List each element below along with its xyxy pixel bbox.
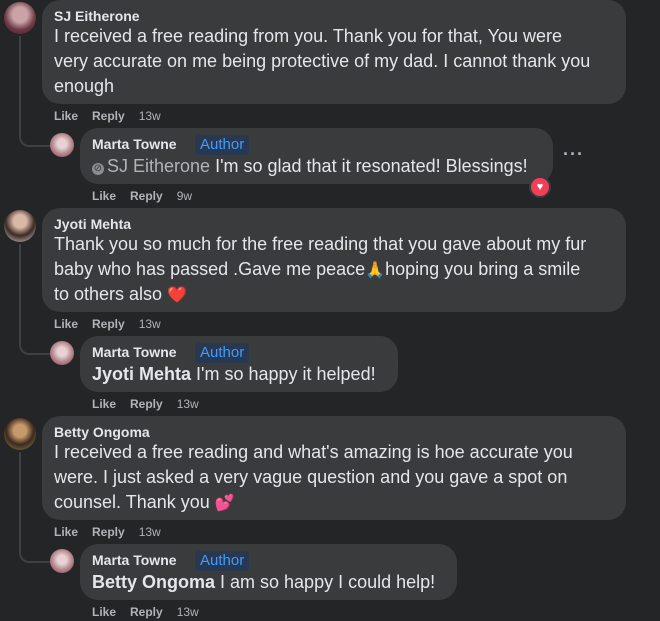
comment-text-segment: hoping you bring a smile bbox=[385, 259, 581, 279]
timestamp[interactable]: 13w bbox=[177, 397, 199, 411]
like-button[interactable]: Like bbox=[54, 109, 78, 123]
timestamp[interactable]: 9w bbox=[177, 189, 192, 203]
author-badge: Author bbox=[195, 343, 250, 363]
reply-actions: Like Reply 9w bbox=[92, 189, 206, 203]
reply-text: ⊘ SJ Eitherone I'm so glad that it resona… bbox=[92, 154, 528, 179]
comment-text-line: I received a free reading from you. Than… bbox=[54, 26, 562, 46]
reply-actions: Like Reply 13w bbox=[92, 605, 213, 619]
reply-message: I'm so glad that it resonated! Blessings… bbox=[210, 156, 528, 176]
comment-text-segment: to others also bbox=[54, 284, 163, 304]
heart-emoji-icon: ❤️ bbox=[167, 287, 187, 304]
comment-author[interactable]: SJ Eitherone bbox=[54, 8, 140, 24]
mention-link[interactable]: SJ Eitherone bbox=[107, 156, 210, 176]
comment-actions: Like Reply 13w bbox=[54, 525, 175, 539]
avatar[interactable] bbox=[4, 2, 36, 34]
comment-author[interactable]: Betty Ongoma bbox=[54, 424, 150, 440]
comment-text-line: Thank you so much for the free reading t… bbox=[54, 234, 587, 254]
timestamp[interactable]: 13w bbox=[177, 605, 199, 619]
comment-text-segment: counsel. Thank you bbox=[54, 492, 210, 512]
reply-author[interactable]: Marta Towne bbox=[92, 136, 177, 152]
author-badge: Author bbox=[195, 135, 250, 155]
reply-actions: Like Reply 13w bbox=[92, 397, 213, 411]
comment-text-line: I received a free reading and what's ama… bbox=[54, 442, 573, 462]
comment-text-line: were. I just asked a very vague question… bbox=[54, 467, 568, 487]
like-button[interactable]: Like bbox=[54, 317, 78, 331]
reply-button[interactable]: Reply bbox=[92, 317, 125, 331]
thread-connector bbox=[19, 452, 51, 563]
comment-author[interactable]: Jyoti Mehta bbox=[54, 216, 131, 232]
avatar[interactable] bbox=[4, 210, 36, 242]
avatar[interactable] bbox=[50, 549, 74, 573]
reply-text: Jyoti Mehta I'm so happy it helped! bbox=[92, 362, 376, 387]
reply-author[interactable]: Marta Towne bbox=[92, 552, 177, 568]
reply-button[interactable]: Reply bbox=[130, 605, 163, 619]
comment-text-line: very accurate on me being protective of … bbox=[54, 51, 591, 71]
reply-button[interactable]: Reply bbox=[92, 525, 125, 539]
avatar[interactable] bbox=[50, 341, 74, 365]
reply-button[interactable]: Reply bbox=[92, 109, 125, 123]
comment-text-line: counsel. Thank you 💕 bbox=[54, 490, 235, 516]
comment-actions: Like Reply 13w bbox=[54, 317, 175, 331]
like-button[interactable]: Like bbox=[92, 605, 116, 619]
heart-reaction-icon[interactable]: ♥ bbox=[529, 176, 551, 198]
reply-button[interactable]: Reply bbox=[130, 397, 163, 411]
thread-connector bbox=[19, 244, 51, 355]
reply-button[interactable]: Reply bbox=[130, 189, 163, 203]
like-button[interactable]: Like bbox=[92, 189, 116, 203]
avatar[interactable] bbox=[50, 133, 74, 157]
comment-text-line: enough bbox=[54, 76, 115, 96]
timestamp[interactable]: 13w bbox=[139, 109, 161, 123]
pray-emoji-icon: 🙏 bbox=[365, 262, 386, 279]
more-options-icon[interactable]: ··· bbox=[563, 144, 584, 165]
two-hearts-emoji-icon: 💕 bbox=[214, 495, 235, 512]
comment-actions: Like Reply 13w bbox=[54, 109, 175, 123]
comment-text-line: baby who has passed .Gave me peace🙏hopin… bbox=[54, 257, 580, 283]
author-badge: Author bbox=[195, 551, 250, 571]
reply-text: Betty Ongoma I am so happy I could help! bbox=[92, 570, 435, 595]
avatar[interactable] bbox=[4, 418, 36, 450]
comment-text-segment: baby who has passed .Gave me peace bbox=[54, 259, 366, 279]
reply-message: I am so happy I could help! bbox=[215, 572, 436, 592]
mention-link[interactable]: Betty Ongoma bbox=[92, 572, 215, 592]
mention-link[interactable]: Jyoti Mehta bbox=[92, 364, 191, 384]
reply-author[interactable]: Marta Towne bbox=[92, 344, 177, 360]
like-button[interactable]: Like bbox=[92, 397, 116, 411]
like-button[interactable]: Like bbox=[54, 525, 78, 539]
reply-message: I'm so happy it helped! bbox=[191, 364, 376, 384]
thread-connector bbox=[19, 36, 51, 147]
timestamp[interactable]: 13w bbox=[139, 525, 161, 539]
comment-text-line: to others also ❤️ bbox=[54, 282, 187, 308]
tag-icon: ⊘ bbox=[92, 163, 104, 175]
timestamp[interactable]: 13w bbox=[139, 317, 161, 331]
